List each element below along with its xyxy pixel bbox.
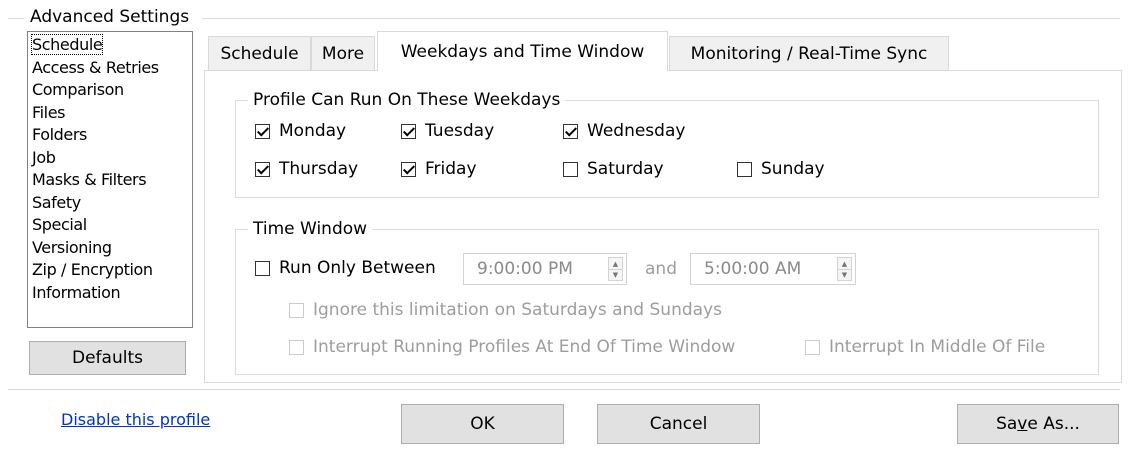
end-time-spin-buttons[interactable]: ▲ ▼	[837, 257, 852, 281]
checkbox-box[interactable]	[401, 161, 416, 177]
interrupt-middle-checkbox[interactable]: Interrupt In Middle Of File	[805, 337, 1045, 357]
category-item-folders[interactable]: Folders	[32, 124, 192, 147]
interrupt-end-checkbox[interactable]: Interrupt Running Profiles At End Of Tim…	[289, 337, 735, 357]
saturday-checkbox[interactable]: Saturday	[563, 159, 664, 179]
checkbox-box[interactable]	[401, 123, 416, 139]
ok-button[interactable]: OK	[401, 404, 564, 444]
checkbox-box[interactable]	[563, 161, 578, 177]
run-only-between-checkbox[interactable]: Run Only Between	[255, 258, 436, 278]
wednesday-label: Wednesday	[587, 121, 686, 141]
tuesday-label: Tuesday	[425, 121, 495, 141]
run-only-between-label: Run Only Between	[279, 258, 436, 278]
advanced-settings-title: Advanced Settings	[30, 7, 190, 27]
time-window-group-title: Time Window	[248, 218, 373, 240]
friday-label: Friday	[425, 159, 477, 179]
spin-down-icon[interactable]: ▼	[838, 269, 851, 280]
checkbox-box[interactable]	[737, 161, 752, 177]
tab-schedule[interactable]: Schedule	[208, 36, 311, 70]
saturday-label: Saturday	[587, 159, 664, 179]
category-item-schedule[interactable]: Schedule	[30, 34, 192, 57]
checkbox-box[interactable]	[805, 339, 820, 355]
bottom-separator	[8, 389, 1120, 390]
weekdays-group	[235, 100, 1099, 198]
weekdays-group-title: Profile Can Run On These Weekdays	[248, 89, 566, 111]
start-time-spinner[interactable]: 9:00:00 PM ▲ ▼	[463, 253, 627, 285]
tuesday-checkbox[interactable]: Tuesday	[401, 121, 494, 141]
category-item-masks-filters[interactable]: Masks & Filters	[32, 169, 192, 192]
checkbox-box[interactable]	[255, 123, 270, 139]
disable-profile-link[interactable]: Disable this profile	[61, 410, 210, 429]
category-item-special[interactable]: Special	[32, 214, 192, 237]
thursday-label: Thursday	[279, 159, 359, 179]
checkbox-box[interactable]	[255, 161, 270, 177]
category-item-safety[interactable]: Safety	[32, 192, 192, 215]
monday-label: Monday	[279, 121, 347, 141]
tab-monitoring-real-time-sync[interactable]: Monitoring / Real-Time Sync	[669, 36, 949, 70]
start-time-spin-buttons[interactable]: ▲ ▼	[608, 257, 623, 281]
thursday-checkbox[interactable]: Thursday	[255, 159, 358, 179]
settings-category-list[interactable]: Schedule Access & Retries Comparison Fil…	[27, 31, 193, 328]
checkbox-box[interactable]	[289, 339, 304, 355]
advanced-settings-frame-left	[8, 18, 24, 19]
tab-weekdays-time-window[interactable]: Weekdays and Time Window	[377, 31, 668, 71]
start-time-value: 9:00:00 PM	[477, 259, 573, 279]
category-item-job[interactable]: Job	[32, 147, 192, 170]
defaults-button[interactable]: Defaults	[29, 341, 186, 375]
category-item-access-retries[interactable]: Access & Retries	[32, 57, 192, 80]
category-item-versioning[interactable]: Versioning	[32, 237, 192, 260]
interrupt-middle-label: Interrupt In Middle Of File	[829, 337, 1046, 357]
ignore-weekends-checkbox[interactable]: Ignore this limitation on Saturdays and …	[289, 300, 722, 320]
end-time-value: 5:00:00 AM	[704, 259, 802, 279]
advanced-settings-frame-right	[202, 18, 1120, 19]
checkbox-box[interactable]	[255, 260, 270, 276]
sunday-label: Sunday	[761, 159, 825, 179]
spin-down-icon[interactable]: ▼	[609, 269, 622, 280]
wednesday-checkbox[interactable]: Wednesday	[563, 121, 685, 141]
ignore-weekends-label: Ignore this limitation on Saturdays and …	[313, 300, 722, 320]
checkbox-box[interactable]	[289, 302, 304, 318]
cancel-button[interactable]: Cancel	[597, 404, 760, 444]
category-item-comparison[interactable]: Comparison	[32, 79, 192, 102]
monday-checkbox[interactable]: Monday	[255, 121, 346, 141]
save-as-button[interactable]: Sa v e As...	[957, 404, 1119, 444]
category-item-zip-encryption[interactable]: Zip / Encryption	[32, 259, 192, 282]
sunday-checkbox[interactable]: Sunday	[737, 159, 825, 179]
end-time-spinner[interactable]: 5:00:00 AM ▲ ▼	[690, 253, 856, 285]
tab-more[interactable]: More	[311, 36, 375, 70]
category-item-files[interactable]: Files	[32, 102, 192, 125]
friday-checkbox[interactable]: Friday	[401, 159, 477, 179]
and-label: and	[645, 259, 677, 279]
checkbox-box[interactable]	[563, 123, 578, 139]
interrupt-end-label: Interrupt Running Profiles At End Of Tim…	[313, 337, 736, 357]
category-item-information[interactable]: Information	[32, 282, 192, 305]
